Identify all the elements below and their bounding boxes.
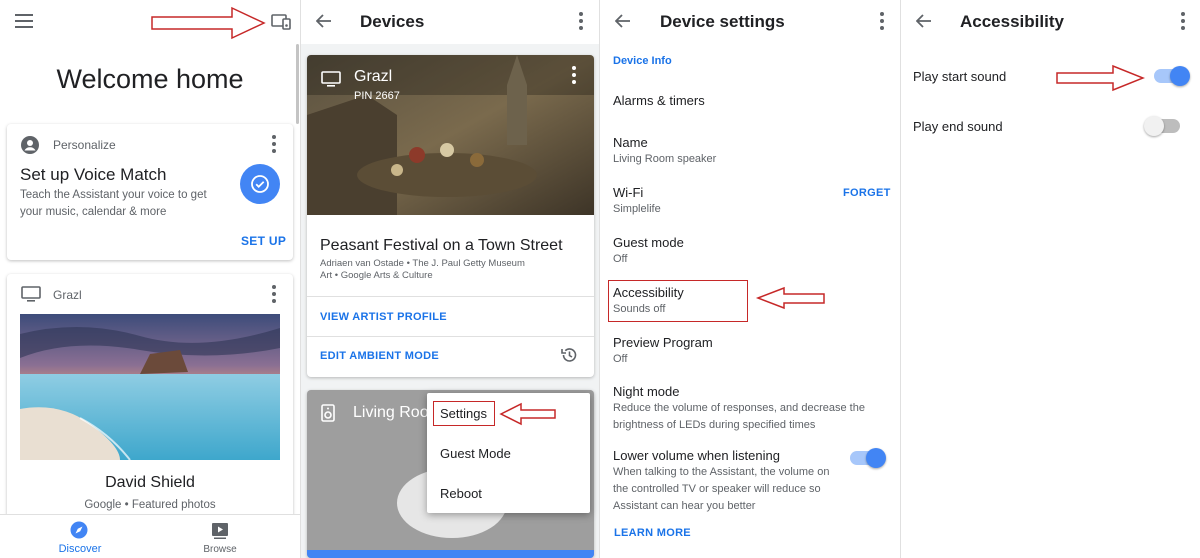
device-name: Grazl	[354, 68, 393, 85]
scrollbar[interactable]	[296, 44, 299, 124]
page-title: Devices	[360, 12, 425, 31]
tv-icon	[21, 286, 41, 307]
play-start-sound-toggle[interactable]	[1154, 66, 1190, 86]
artwork-title: Peasant Festival on a Town Street	[320, 237, 563, 254]
lake-photo-image	[20, 314, 280, 460]
nav-discover[interactable]: Discover	[0, 515, 160, 558]
card-desc-line2: your music, calendar & more	[20, 206, 167, 218]
play-library-icon	[211, 522, 229, 545]
more-vert-icon[interactable]	[569, 66, 579, 84]
photo-subtitle: Google • Featured photos	[84, 499, 216, 511]
accessibility-screen: Accessibility Play start sound Play end …	[901, 0, 1200, 558]
more-vert-icon[interactable]	[1178, 12, 1188, 30]
play-start-sound-label: Play start sound	[913, 69, 1007, 84]
speaker-name: Living Room speaker	[353, 404, 428, 421]
check-circle-icon	[251, 175, 269, 193]
page-title: Accessibility	[960, 12, 1064, 31]
view-artist-profile-button[interactable]: VIEW ARTIST PROFILE	[320, 311, 447, 323]
menu-item-guest-mode[interactable]: Guest Mode	[440, 446, 511, 461]
setting-name[interactable]: Name Living Room speaker	[613, 135, 716, 165]
card-desc-line1: Teach the Assistant your voice to get	[20, 189, 207, 201]
tv-icon	[321, 71, 341, 92]
more-vert-icon[interactable]	[877, 12, 887, 30]
artwork-image[interactable]	[307, 55, 594, 215]
home-screen: Welcome home Personalize Set up Voice Ma…	[0, 0, 300, 558]
annotation-arrow-right	[1056, 64, 1146, 92]
welcome-title: Welcome home	[56, 64, 244, 94]
menu-icon[interactable]	[14, 12, 34, 30]
painting-image	[307, 55, 594, 215]
annotation-highlight-settings	[433, 401, 495, 426]
play-end-sound-label: Play end sound	[913, 119, 1003, 134]
card-category: Personalize	[53, 138, 116, 152]
card-title: Set up Voice Match	[20, 165, 167, 184]
setting-alarms-timers[interactable]: Alarms & timers	[613, 93, 705, 108]
page-title: Device settings	[660, 12, 785, 31]
device-settings-screen: Device settings Device Info Alarms & tim…	[600, 0, 900, 558]
setup-button[interactable]: SET UP	[241, 234, 286, 248]
annotation-highlight-accessibility	[608, 280, 748, 322]
nav-browse-label: Browse	[203, 544, 237, 555]
annotation-arrow-right	[151, 6, 266, 40]
more-vert-icon[interactable]	[269, 285, 279, 303]
back-arrow-icon[interactable]	[915, 13, 933, 29]
setting-preview-program[interactable]: Preview Program Off	[613, 335, 713, 365]
compass-icon	[70, 521, 88, 544]
account-icon	[21, 136, 39, 159]
wifi-forget-button[interactable]: FORGET	[843, 187, 891, 199]
back-arrow-icon[interactable]	[315, 13, 333, 29]
voice-match-card: Personalize Set up Voice Match Teach the…	[7, 124, 293, 260]
more-vert-icon[interactable]	[269, 135, 279, 153]
back-arrow-icon[interactable]	[614, 13, 632, 29]
artwork-meta-1: Adriaen van Ostade • The J. Paul Getty M…	[320, 258, 525, 269]
setting-lower-volume: Lower volume when listening When talking…	[613, 448, 830, 512]
featured-photo[interactable]	[20, 314, 280, 460]
setting-guest-mode[interactable]: Guest mode Off	[613, 235, 684, 265]
play-end-sound-toggle[interactable]	[1144, 116, 1180, 136]
device-photo-card: Grazl David Shield Google • Featured pho…	[7, 274, 293, 534]
device-pin: PIN 2667	[354, 90, 400, 102]
annotation-arrow-left	[499, 402, 556, 426]
annotation-arrow-left	[755, 286, 825, 310]
section-header: Device Info	[613, 55, 672, 67]
devices-icon[interactable]	[270, 12, 292, 32]
bottom-nav: Discover Browse	[0, 514, 300, 558]
device-name: Grazl	[53, 288, 82, 302]
voice-match-fab[interactable]	[240, 164, 280, 204]
nav-browse[interactable]: Browse	[140, 515, 300, 558]
artwork-device-card: Grazl PIN 2667 Peasant Festival on a Tow…	[307, 55, 594, 377]
devices-screen: Devices Grazl PIN 2667 Peasant Festival …	[301, 0, 599, 558]
setting-night-mode[interactable]: Night mode Reduce the volume of response…	[613, 384, 883, 434]
speaker-icon	[321, 404, 335, 427]
more-vert-icon[interactable]	[576, 12, 586, 30]
lower-volume-toggle[interactable]	[850, 448, 886, 468]
setting-wifi[interactable]: Wi-Fi Simplelife	[613, 185, 661, 215]
photo-title: David Shield	[105, 474, 195, 491]
devices-appbar	[301, 0, 599, 44]
nav-discover-label: Discover	[58, 543, 102, 555]
edit-ambient-mode-button[interactable]: EDIT AMBIENT MODE	[320, 350, 439, 362]
artwork-meta-2: Art • Google Arts & Culture	[320, 270, 433, 281]
history-icon[interactable]	[560, 346, 578, 364]
menu-item-reboot[interactable]: Reboot	[440, 486, 482, 501]
learn-more-link[interactable]: LEARN MORE	[614, 527, 691, 539]
